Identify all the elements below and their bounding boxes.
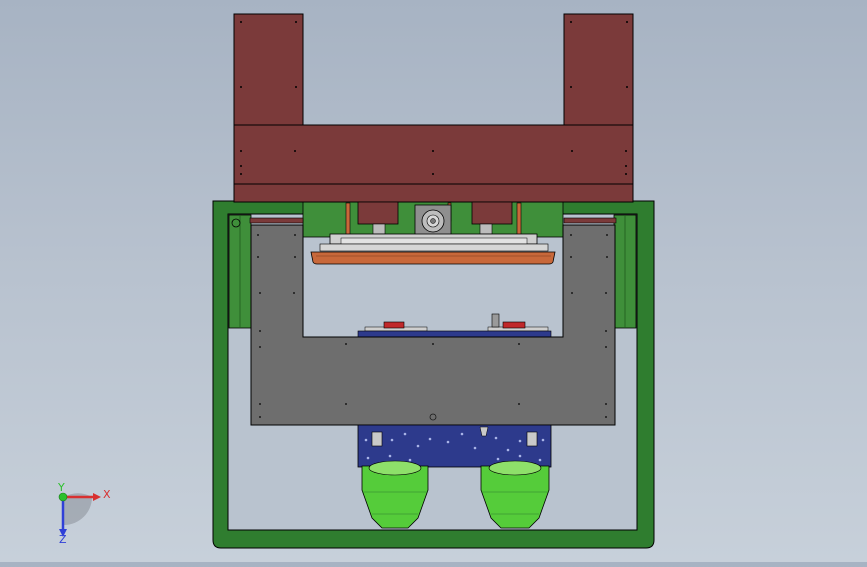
nozzle-right[interactable] (480, 460, 550, 529)
left-upright (233, 13, 304, 127)
red-clamp-right (502, 321, 526, 329)
red-clamp-left (383, 321, 405, 329)
cad-viewport[interactable]: X Y Z (0, 0, 867, 562)
axis-triad[interactable]: X Y Z (57, 481, 111, 546)
y-axis-label: Y (57, 481, 65, 494)
crossbeam (233, 124, 634, 185)
crossbeam-lower (233, 183, 634, 203)
z-axis-label: Z (59, 533, 67, 546)
assembly-drawing[interactable]: X Y Z (0, 0, 867, 562)
sensor-post (491, 313, 500, 328)
nozzle-left[interactable] (361, 460, 429, 529)
y-axis-dot (58, 492, 68, 502)
right-upright (563, 13, 634, 127)
press-mechanism[interactable] (310, 201, 556, 265)
x-axis-label: X (103, 488, 111, 501)
fitting-left (371, 431, 383, 447)
fitting-right (526, 431, 538, 447)
blue-manifold[interactable] (357, 424, 552, 468)
orange-platen (310, 251, 556, 265)
maroon-bridge[interactable] (233, 13, 634, 224)
